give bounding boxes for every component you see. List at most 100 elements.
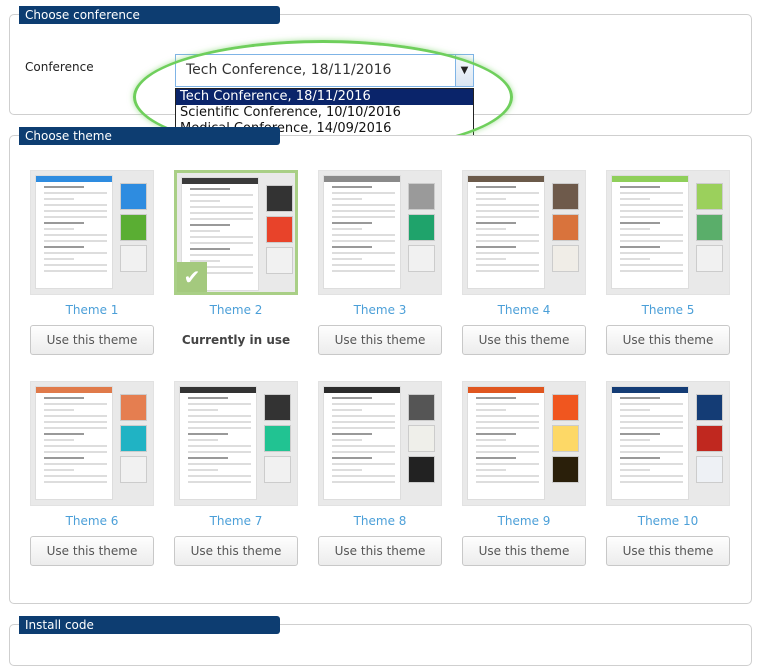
theme-preview-line bbox=[476, 415, 539, 417]
theme-preview-line bbox=[620, 481, 683, 483]
theme-name-link[interactable]: Theme 6 bbox=[30, 514, 154, 528]
theme-preview-line bbox=[620, 222, 660, 224]
theme-preview-line bbox=[188, 433, 228, 435]
theme-preview-line bbox=[188, 475, 251, 477]
theme-preview-line bbox=[476, 397, 516, 399]
theme-color-swatches bbox=[263, 185, 295, 278]
theme-preview-line bbox=[332, 246, 372, 248]
chevron-down-icon[interactable]: ▼ bbox=[455, 55, 473, 86]
use-theme-button[interactable]: Use this theme bbox=[30, 325, 154, 355]
theme-color-swatches bbox=[261, 394, 295, 487]
use-theme-button[interactable]: Use this theme bbox=[318, 325, 442, 355]
color-swatch bbox=[696, 425, 723, 452]
section-tab-install-code: Install code bbox=[19, 616, 280, 634]
theme-preview-header bbox=[180, 387, 256, 393]
theme-preview-line bbox=[620, 415, 683, 417]
theme-preview-header bbox=[324, 387, 400, 393]
conference-option[interactable]: Tech Conference, 18/11/2016 bbox=[176, 89, 473, 105]
theme-preview-thumbnail[interactable] bbox=[462, 170, 586, 295]
theme-preview-line bbox=[620, 439, 650, 441]
theme-preview-line bbox=[332, 264, 395, 266]
theme-preview-line bbox=[476, 228, 506, 230]
color-swatch bbox=[696, 394, 723, 421]
use-theme-button[interactable]: Use this theme bbox=[174, 536, 298, 566]
theme-name-link[interactable]: Theme 9 bbox=[462, 514, 586, 528]
theme-name-link[interactable]: Theme 10 bbox=[606, 514, 730, 528]
theme-name-link[interactable]: Theme 2 bbox=[174, 303, 298, 317]
theme-preview-page bbox=[179, 386, 257, 500]
theme-preview-line bbox=[44, 186, 84, 188]
theme-preview-line bbox=[44, 198, 74, 200]
theme-preview-line bbox=[620, 264, 683, 266]
theme-preview-line bbox=[332, 240, 395, 242]
color-swatch bbox=[408, 456, 435, 483]
theme-preview-line bbox=[332, 481, 395, 483]
theme-name-link[interactable]: Theme 8 bbox=[318, 514, 442, 528]
theme-preview-line bbox=[44, 210, 107, 212]
theme-preview-line bbox=[44, 457, 84, 459]
theme-preview-line bbox=[476, 475, 539, 477]
theme-preview-line bbox=[44, 403, 107, 405]
theme-preview-line bbox=[44, 240, 107, 242]
theme-preview-line bbox=[332, 469, 362, 471]
theme-preview-line bbox=[188, 463, 251, 465]
theme-preview-thumbnail[interactable] bbox=[462, 381, 586, 506]
use-theme-button[interactable]: Use this theme bbox=[30, 536, 154, 566]
theme-preview-line bbox=[332, 216, 395, 218]
theme-preview-line bbox=[190, 230, 220, 232]
theme-preview-page bbox=[35, 386, 113, 500]
theme-preview-line bbox=[332, 234, 395, 236]
theme-name-link[interactable]: Theme 7 bbox=[174, 514, 298, 528]
theme-preview-thumbnail[interactable]: ✔ bbox=[174, 170, 298, 295]
conference-option[interactable]: Scientific Conference, 10/10/2016 bbox=[176, 105, 473, 121]
theme-preview-thumbnail[interactable] bbox=[318, 381, 442, 506]
theme-preview-line bbox=[620, 228, 650, 230]
conference-label: Conference bbox=[25, 60, 94, 74]
theme-preview-line bbox=[190, 200, 220, 202]
theme-preview-line bbox=[190, 254, 253, 256]
theme-preview-line bbox=[476, 204, 539, 206]
theme-preview-line bbox=[332, 204, 395, 206]
theme-preview-thumbnail[interactable] bbox=[606, 170, 730, 295]
theme-color-swatches bbox=[405, 183, 439, 276]
theme-preview-line bbox=[620, 457, 660, 459]
theme-preview-line bbox=[190, 242, 253, 244]
theme-preview-line bbox=[620, 234, 683, 236]
theme-preview-line bbox=[188, 439, 218, 441]
use-theme-button[interactable]: Use this theme bbox=[606, 325, 730, 355]
currently-in-use-label: Currently in use bbox=[181, 333, 291, 347]
conference-select[interactable]: Tech Conference, 18/11/2016 ▼ bbox=[175, 54, 474, 87]
color-swatch bbox=[120, 456, 147, 483]
theme-preview-line bbox=[476, 421, 539, 423]
theme-name-link[interactable]: Theme 4 bbox=[462, 303, 586, 317]
color-swatch bbox=[120, 183, 147, 210]
theme-preview-thumbnail[interactable] bbox=[30, 170, 154, 295]
theme-preview-header bbox=[612, 176, 688, 182]
theme-preview-line bbox=[620, 421, 683, 423]
theme-preview-line bbox=[190, 218, 253, 220]
color-swatch bbox=[408, 183, 435, 210]
theme-preview-thumbnail[interactable] bbox=[318, 170, 442, 295]
theme-preview-page bbox=[467, 386, 545, 500]
theme-preview-line bbox=[332, 228, 362, 230]
theme-preview-line bbox=[620, 216, 683, 218]
theme-preview-line bbox=[44, 264, 107, 266]
theme-preview-thumbnail[interactable] bbox=[606, 381, 730, 506]
theme-preview-header bbox=[36, 387, 112, 393]
use-theme-button[interactable]: Use this theme bbox=[462, 536, 586, 566]
theme-color-swatches bbox=[117, 183, 151, 276]
theme-preview-thumbnail[interactable] bbox=[30, 381, 154, 506]
color-swatch bbox=[552, 425, 579, 452]
use-theme-button[interactable]: Use this theme bbox=[606, 536, 730, 566]
use-theme-button[interactable]: Use this theme bbox=[318, 536, 442, 566]
theme-preview-line bbox=[620, 403, 683, 405]
theme-preview-line bbox=[476, 433, 516, 435]
theme-name-link[interactable]: Theme 5 bbox=[606, 303, 730, 317]
theme-preview-line bbox=[44, 463, 107, 465]
theme-name-link[interactable]: Theme 1 bbox=[30, 303, 154, 317]
color-swatch bbox=[696, 456, 723, 483]
use-theme-button[interactable]: Use this theme bbox=[462, 325, 586, 355]
theme-name-link[interactable]: Theme 3 bbox=[318, 303, 442, 317]
theme-preview-line bbox=[188, 421, 251, 423]
theme-preview-thumbnail[interactable] bbox=[174, 381, 298, 506]
